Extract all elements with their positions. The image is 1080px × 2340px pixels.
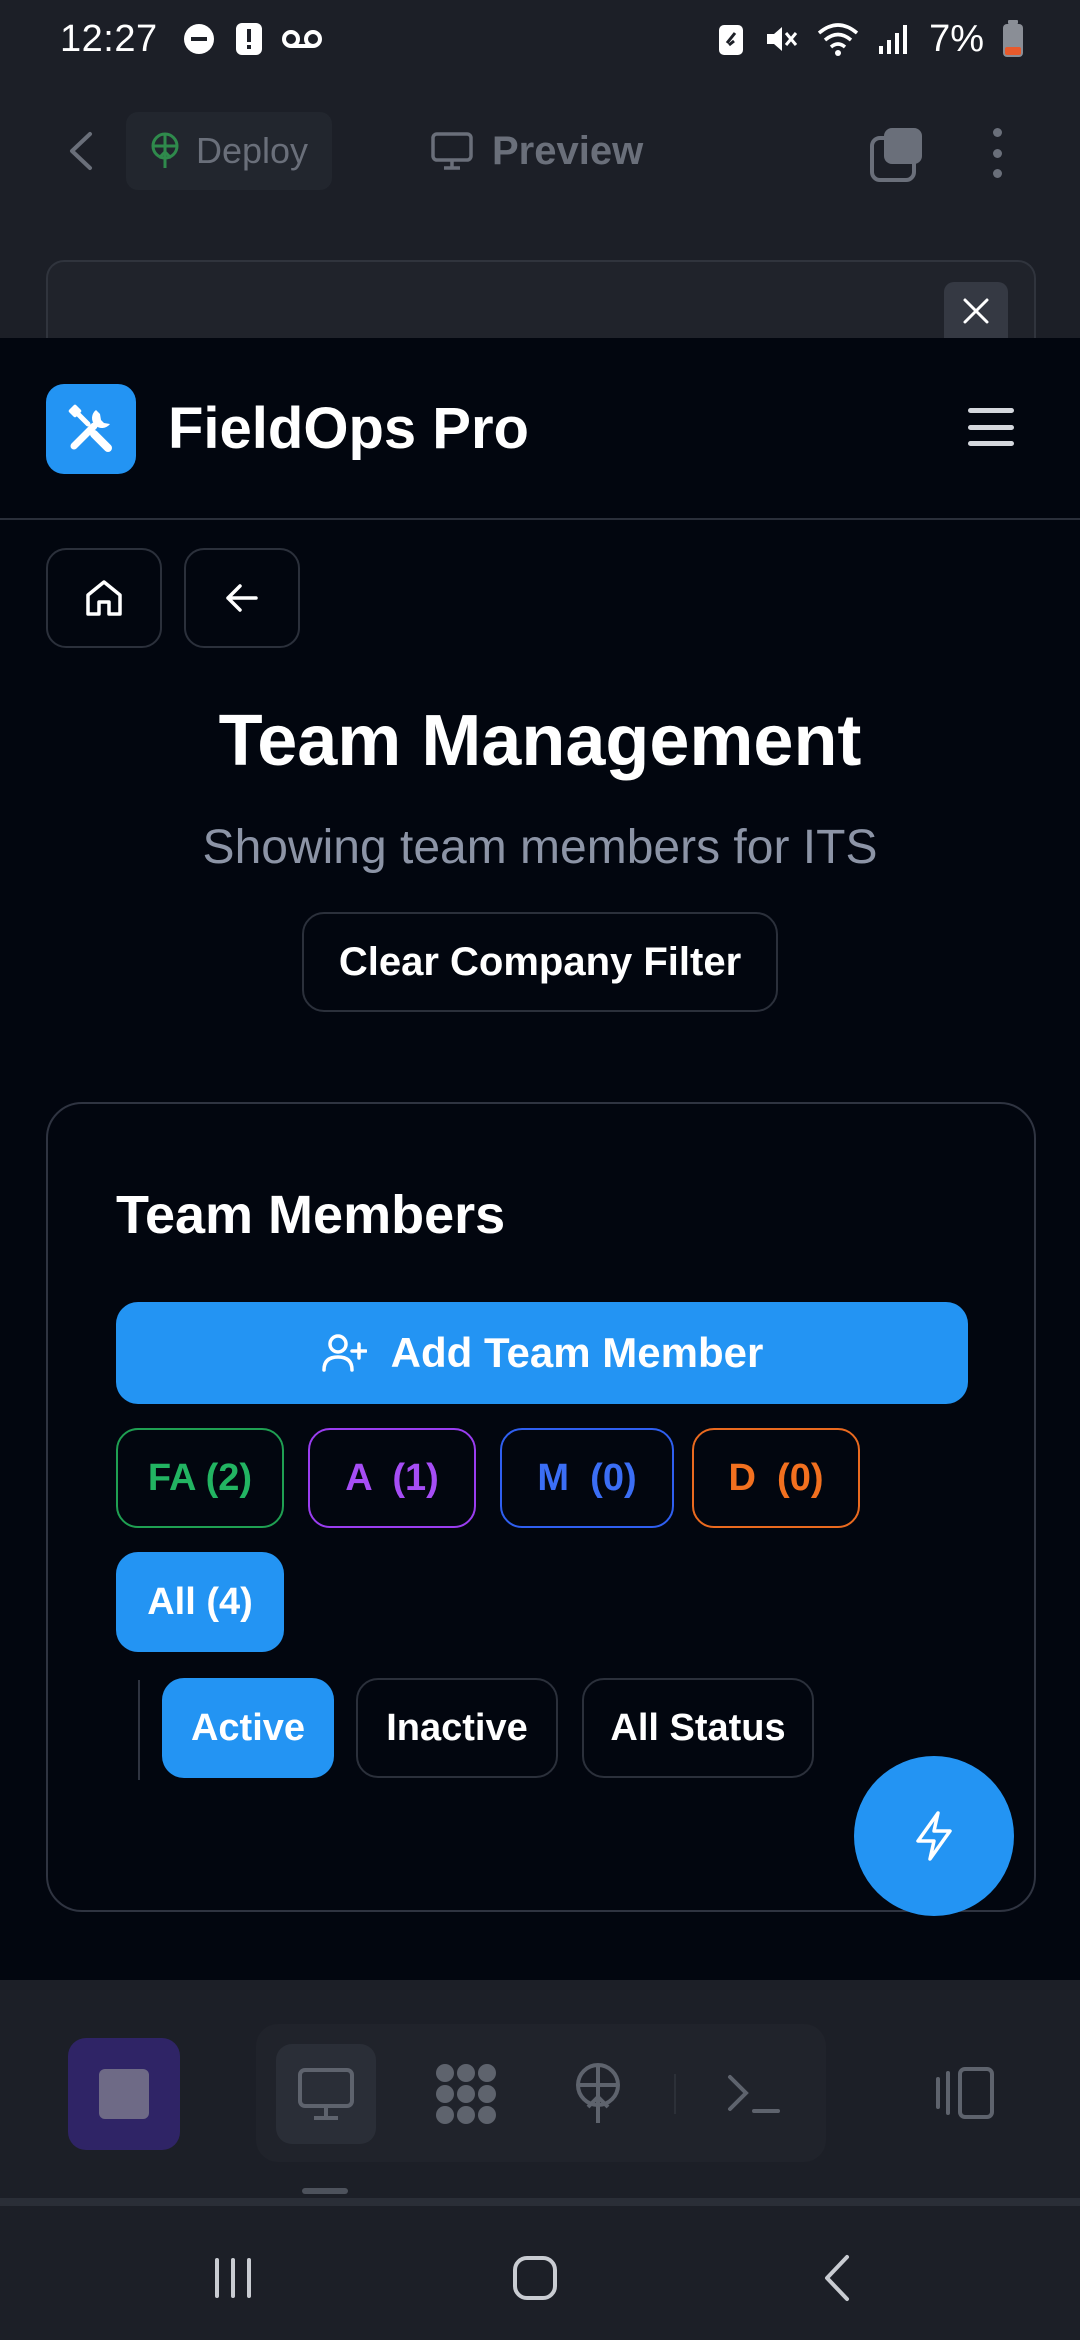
home-icon [86, 580, 122, 616]
add-team-member-button[interactable]: Add Team Member [116, 1302, 968, 1404]
preview-label: Preview [492, 128, 644, 173]
panels-icon [936, 2067, 994, 2119]
status-filter-inactive[interactable]: Inactive [356, 1678, 558, 1778]
app-title: FieldOps Pro [168, 396, 529, 461]
add-team-member-label: Add Team Member [390, 1329, 764, 1376]
mute-icon [767, 27, 798, 51]
notification-icons [182, 22, 322, 56]
lightning-icon [916, 1811, 952, 1861]
webview-tool[interactable] [276, 2044, 376, 2144]
system-nav-bar [0, 2198, 1080, 2340]
back-nav-icon[interactable] [802, 2246, 872, 2310]
user-plus-icon [321, 1334, 367, 1372]
status-bar: 12:27 7% [0, 0, 1080, 78]
page-title: Team Management [218, 701, 862, 781]
hamburger-menu-icon[interactable] [968, 404, 1014, 450]
agent-icon [436, 2064, 496, 2124]
battery-percent: 7% [929, 17, 984, 60]
overlay-panel [46, 260, 1036, 340]
status-filter-active[interactable]: Active [162, 1678, 334, 1778]
status-filter-all[interactable]: All Status [582, 1678, 814, 1778]
home-nav-icon[interactable] [500, 2246, 570, 2310]
preview-tab[interactable]: Preview [430, 112, 643, 190]
role-filter-d[interactable]: D (0) [692, 1428, 860, 1528]
terminal-icon [728, 2075, 780, 2113]
page-subtitle: Showing team members for ITS [202, 821, 878, 874]
home-button[interactable] [46, 548, 162, 648]
filter-divider [138, 1680, 140, 1780]
tool-group [256, 2024, 826, 2162]
globe-upload-icon [576, 2063, 620, 2123]
tools-icon [68, 404, 112, 452]
top-toolbar: Deploy Preview [0, 78, 1080, 228]
back-button[interactable] [184, 548, 300, 648]
back-icon[interactable] [58, 126, 108, 176]
deploy-icon [151, 132, 179, 168]
console-tool[interactable] [704, 2044, 804, 2144]
system-icons: 7% [717, 0, 1024, 78]
quick-action-button[interactable] [854, 1756, 1014, 1916]
role-filter-fa[interactable]: FA (2) [116, 1428, 284, 1528]
bottom-toolbar [0, 1980, 1080, 2198]
app-viewport: FieldOps Pro Team Management Showing tea… [0, 338, 1080, 1980]
voicemail-icon [281, 30, 322, 48]
app-header: FieldOps Pro [0, 338, 1080, 520]
deploy-label: Deploy [196, 130, 309, 171]
wifi-icon [817, 23, 859, 56]
deploy-button[interactable]: Deploy [126, 112, 332, 190]
recent-apps-icon[interactable] [198, 2246, 268, 2310]
role-filter-m[interactable]: M (0) [500, 1428, 674, 1528]
role-filter-all[interactable]: All (4) [116, 1552, 284, 1652]
panels-tool[interactable] [910, 2038, 1020, 2148]
arrow-left-icon [226, 584, 258, 612]
status-time: 12:27 [60, 17, 158, 60]
stop-icon [99, 2069, 149, 2119]
battery-saver-icon [719, 25, 744, 55]
close-icon[interactable] [944, 282, 1008, 340]
clear-company-filter-button[interactable]: Clear Company Filter [302, 912, 778, 1012]
app-logo[interactable] [46, 384, 136, 474]
stop-button[interactable] [68, 2038, 180, 2150]
do-not-disturb-icon [183, 24, 214, 54]
battery-icon [1003, 20, 1023, 57]
tool-separator [674, 2074, 676, 2114]
tabs-icon[interactable] [868, 124, 928, 184]
role-filter-a[interactable]: A (1) [308, 1428, 476, 1528]
alert-icon [235, 23, 262, 55]
monitor-icon [431, 132, 473, 170]
deploy-tool[interactable] [548, 2044, 648, 2144]
card-title: Team Members [116, 1185, 506, 1245]
toolbar-handle [302, 2188, 348, 2194]
more-options-icon[interactable] [982, 122, 1012, 184]
monitor-icon [298, 2068, 354, 2120]
signal-icon [879, 25, 908, 54]
agent-tool[interactable] [416, 2044, 516, 2144]
